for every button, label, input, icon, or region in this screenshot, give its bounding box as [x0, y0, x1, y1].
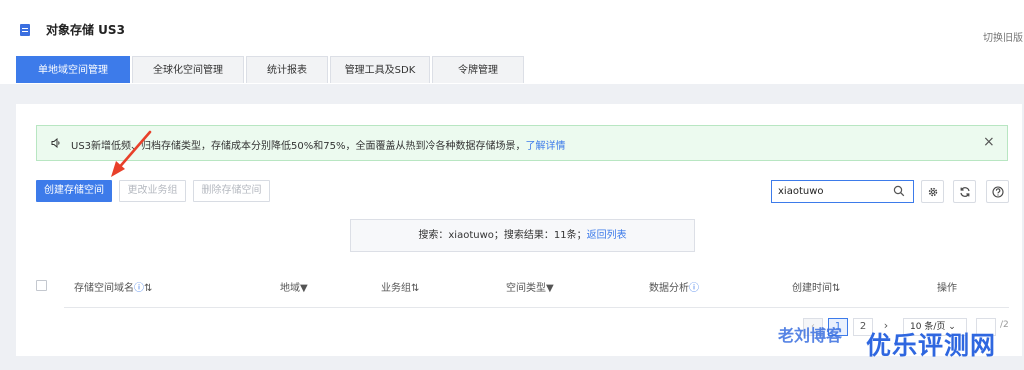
sort-icon[interactable]: ⇅	[832, 283, 840, 294]
column-header-created-time[interactable]: 创建时间⇅	[792, 279, 840, 294]
create-bucket-button[interactable]: 创建存储空间	[36, 180, 112, 202]
watermark-left: 老刘博客	[778, 326, 843, 345]
gear-icon	[928, 187, 938, 197]
help-button[interactable]	[986, 180, 1009, 203]
change-group-button[interactable]: 更改业务组	[119, 180, 186, 202]
delete-bucket-button[interactable]: 删除存储空间	[193, 180, 270, 202]
red-arrow-annotation	[111, 130, 152, 177]
notice-banner: US3新增低频、归档存储类型，存储成本分别降低50%和75%，全面覆盖从热到冷各…	[36, 125, 1008, 161]
search-box	[771, 180, 914, 203]
refresh-icon	[960, 187, 970, 197]
info-icon: ⓘ	[134, 283, 144, 294]
sort-icon[interactable]: ⇅	[411, 283, 419, 294]
refresh-button[interactable]	[953, 180, 976, 203]
tab-single-region[interactable]: 单地域空间管理	[16, 56, 130, 83]
top-bar: 对象存储 US3 切换旧版 单地域空间管理 全球化空间管理 统计报表 管理工具及…	[0, 0, 1024, 84]
select-all-checkbox[interactable]	[36, 280, 47, 291]
column-header-actions: 操作	[937, 283, 957, 294]
filter-icon[interactable]: ▼	[300, 283, 308, 294]
sort-icon[interactable]: ⇅	[144, 283, 152, 294]
speaker-icon	[51, 138, 60, 148]
notice-learn-more-link[interactable]: 了解详情	[525, 141, 565, 152]
page-title: 对象存储 US3	[46, 23, 125, 37]
search-icon[interactable]	[893, 185, 905, 197]
document-icon	[20, 24, 30, 36]
watermark-right: 优乐评测网	[866, 331, 997, 360]
tab-token[interactable]: 令牌管理	[432, 56, 524, 83]
tab-statistics[interactable]: 统计报表	[246, 56, 328, 83]
tab-tools-sdk[interactable]: 管理工具及SDK	[330, 56, 430, 83]
filter-icon[interactable]: ▼	[546, 283, 554, 294]
column-header-space-type[interactable]: 空间类型▼	[506, 279, 554, 294]
switch-old-version-link[interactable]: 切换旧版	[983, 29, 1023, 44]
page-total: /2	[1000, 320, 1009, 330]
table-divider	[64, 307, 1009, 308]
column-header-region[interactable]: 地域▼	[280, 279, 308, 294]
column-header-analytics: 数据分析ⓘ	[649, 283, 699, 294]
back-to-list-link[interactable]: 返回列表	[587, 230, 627, 241]
column-header-business-group[interactable]: 业务组⇅	[381, 279, 419, 294]
tab-global[interactable]: 全球化空间管理	[132, 56, 244, 83]
settings-button[interactable]	[921, 180, 944, 203]
help-icon	[992, 186, 1004, 198]
close-icon[interactable]: ×	[983, 134, 995, 150]
search-input[interactable]	[778, 184, 888, 199]
info-icon: ⓘ	[689, 283, 699, 294]
column-header-domain[interactable]: 存储空间域名ⓘ⇅	[74, 279, 152, 294]
search-result-summary: 搜索：xiaotuwo；搜索结果：11条；返回列表	[350, 219, 695, 252]
